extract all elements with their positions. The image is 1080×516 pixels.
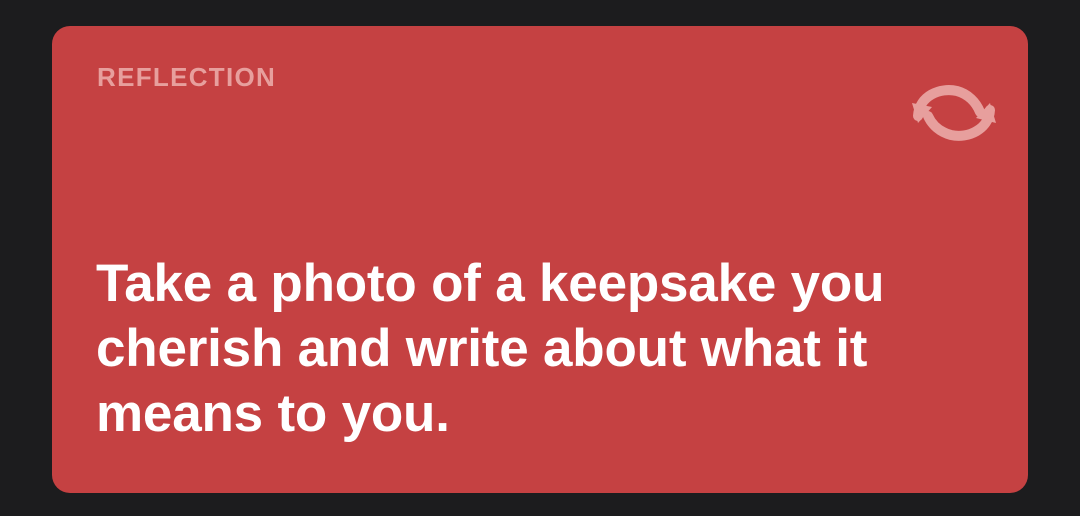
reflection-card[interactable]: REFLECTION Take a photo of a keepsake yo…: [52, 26, 1028, 493]
reflection-label: REFLECTION: [97, 62, 277, 92]
reflection-prompt-text: Take a photo of a keepsake you cherish a…: [96, 254, 885, 443]
refresh-button[interactable]: [906, 82, 1002, 142]
